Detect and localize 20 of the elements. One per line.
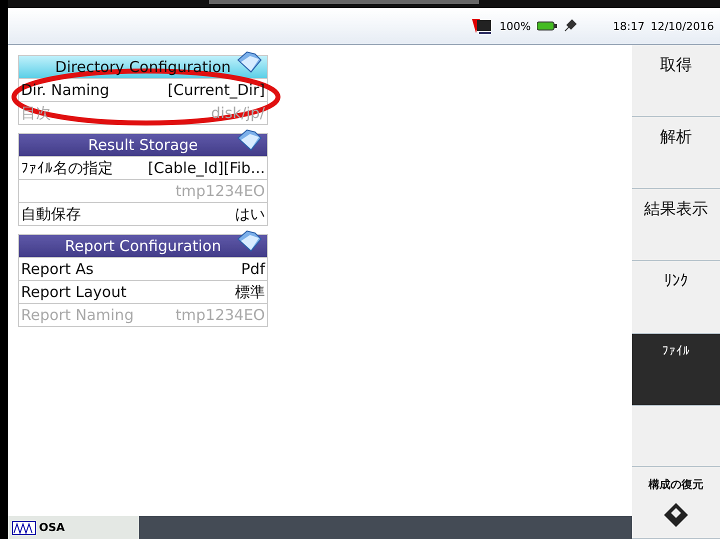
setting-label: Dir. Naming	[21, 81, 110, 99]
logo-icon	[471, 17, 494, 35]
setting-label: Report As	[21, 260, 94, 278]
date: 12/10/2016	[650, 20, 714, 32]
spectrum-icon	[12, 520, 36, 534]
setting-value[interactable]: Pdf	[241, 260, 265, 278]
battery-percentage: 100%	[499, 20, 531, 32]
setting-value[interactable]: はい	[235, 204, 265, 224]
setting-value[interactable]: [Current_Dir]	[168, 81, 265, 99]
setting-label: ﾌｧｲﾙ名の指定	[21, 158, 113, 178]
setting-label: 自動保存	[21, 204, 81, 224]
clock-time: 18:17	[612, 20, 645, 32]
battery-icon	[536, 21, 557, 31]
setting-value[interactable]: 標準	[235, 282, 265, 302]
setting-value[interactable]: [Cable_Id][Fib...	[148, 159, 265, 177]
module-tab[interactable]: OSA	[8, 516, 139, 539]
plug-icon	[562, 19, 577, 33]
setting-label: Report Naming	[21, 306, 134, 324]
setting-label: Report Layout	[21, 283, 126, 301]
side-button[interactable]: ﾌｧｲﾙ	[632, 334, 720, 406]
